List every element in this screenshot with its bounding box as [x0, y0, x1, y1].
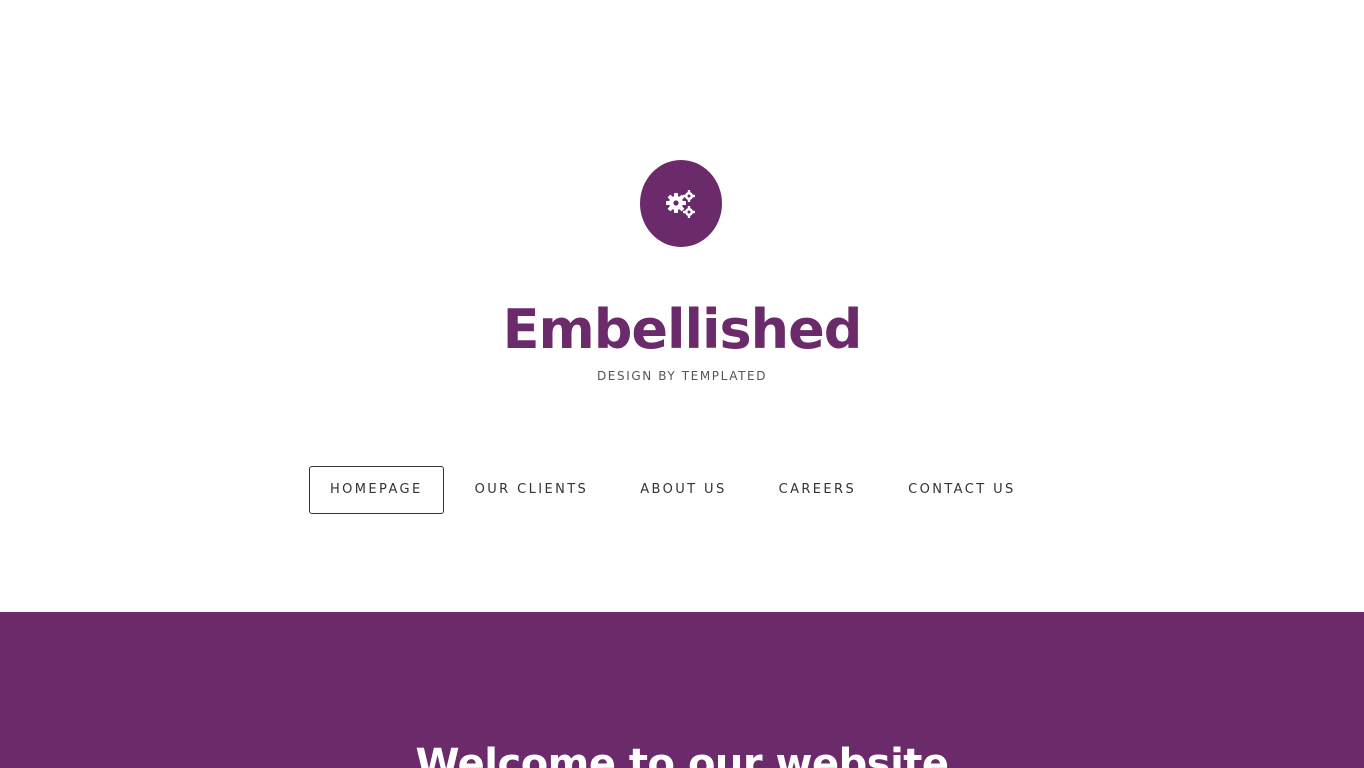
site-header: Embellished DESIGN BY TEMPLATED HOMEPAGE… — [0, 0, 1364, 612]
nav-item-contact-us[interactable]: CONTACT US — [887, 466, 1037, 514]
banner-heading: Welcome to our website — [415, 741, 949, 768]
main-nav: HOMEPAGE OUR CLIENTS ABOUT US CAREERS CO… — [309, 466, 1047, 514]
nav-item-homepage[interactable]: HOMEPAGE — [309, 466, 444, 514]
site-title[interactable]: Embellished — [0, 294, 1364, 366]
gears-icon — [663, 186, 699, 222]
site-tagline: DESIGN BY TEMPLATED — [596, 369, 768, 383]
welcome-banner: Welcome to our website — [0, 612, 1364, 768]
logo[interactable] — [640, 160, 722, 247]
nav-item-our-clients[interactable]: OUR CLIENTS — [454, 466, 610, 514]
nav-item-careers[interactable]: CAREERS — [758, 466, 878, 514]
nav-item-about-us[interactable]: ABOUT US — [619, 466, 747, 514]
